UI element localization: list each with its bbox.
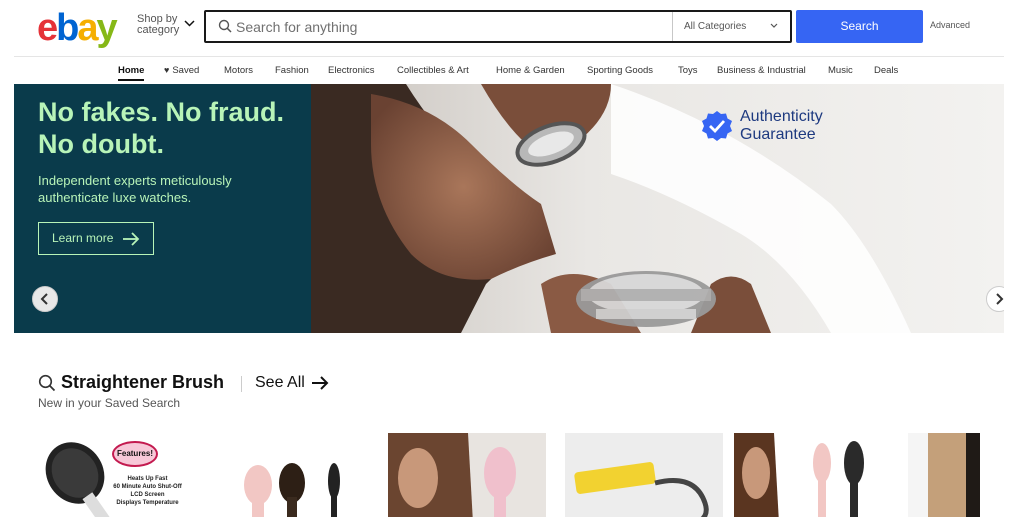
nav-item-fashion[interactable]: Fashion — [275, 65, 309, 76]
category-select[interactable]: All Categories — [672, 12, 790, 41]
nav-item-home[interactable]: Home — [118, 65, 145, 81]
carousel-prev-button[interactable] — [32, 286, 58, 312]
nav-item-motors[interactable]: Motors — [224, 65, 253, 76]
chevron-down-icon — [770, 23, 778, 28]
product-card[interactable] — [734, 433, 892, 517]
hero-title: No fakes. No fraud. No doubt. — [38, 97, 285, 159]
product-card[interactable] — [565, 433, 723, 517]
nav-item-home-garden[interactable]: Home & Garden — [496, 65, 565, 76]
see-all-link[interactable]: See All — [255, 374, 305, 392]
shop-by-category-button[interactable]: Shop by category — [137, 14, 199, 40]
watch-inspection-photo — [311, 84, 1004, 333]
header: ebay Shop by category All Categories Sea… — [0, 0, 1024, 56]
hero-image: Authenticity Guarantee — [311, 84, 1004, 333]
search-button[interactable]: Search — [796, 10, 923, 43]
chevron-right-icon — [996, 293, 1004, 305]
product-image — [565, 433, 723, 517]
hero-carousel: No fakes. No fraud. No doubt. Independen… — [14, 84, 1004, 333]
product-image — [908, 433, 980, 517]
ebay-logo[interactable]: ebay — [37, 7, 118, 49]
product-card[interactable] — [908, 433, 980, 517]
learn-more-button[interactable]: Learn more — [38, 222, 154, 255]
product-carousel: Features! Heats Up Fast 60 Minute Auto S… — [0, 433, 1024, 517]
category-nav: Home ♥ Saved Motors Fashion Electronics C… — [0, 60, 1024, 82]
search-icon — [218, 19, 232, 33]
nav-item-toys[interactable]: Toys — [678, 65, 698, 76]
learn-more-label: Learn more — [52, 231, 114, 245]
nav-item-business-industrial[interactable]: Business & Industrial — [717, 65, 806, 76]
search-bar: All Categories — [204, 10, 792, 43]
product-image — [214, 433, 372, 517]
nav-item-sporting-goods[interactable]: Sporting Goods — [587, 65, 653, 76]
saved-search-title[interactable]: Straightener Brush — [61, 372, 224, 393]
checkmark-badge-icon — [702, 111, 732, 141]
product-card[interactable]: Features! Heats Up Fast 60 Minute Auto S… — [40, 433, 198, 517]
nav-item-deals[interactable]: Deals — [874, 65, 898, 76]
advanced-search-link[interactable]: Advanced — [930, 20, 970, 30]
header-divider — [14, 56, 1004, 57]
product-image — [734, 433, 892, 517]
logo-letter-b: b — [56, 7, 79, 49]
nav-item-electronics[interactable]: Electronics — [328, 65, 374, 76]
nav-item-saved[interactable]: ♥ Saved — [164, 65, 199, 76]
nav-item-music[interactable]: Music — [828, 65, 853, 76]
watch — [576, 271, 716, 327]
features-list: Heats Up Fast 60 Minute Auto Shut-Off LC… — [113, 476, 182, 506]
logo-letter-e: e — [37, 7, 58, 49]
arrow-right-icon[interactable] — [311, 375, 329, 391]
heart-icon: ♥ — [164, 65, 170, 75]
search-input[interactable] — [236, 16, 666, 38]
logo-letter-a: a — [77, 7, 98, 49]
section-divider — [241, 376, 242, 392]
saved-search-subtitle: New in your Saved Search — [38, 396, 181, 410]
arrow-right-icon — [123, 232, 140, 246]
features-burst: Features! — [112, 441, 158, 467]
hero-subtitle: Independent experts meticulously authent… — [38, 173, 232, 205]
chevron-left-icon — [40, 293, 48, 305]
nav-item-saved-label: Saved — [172, 65, 200, 76]
category-select-value: All Categories — [684, 21, 747, 32]
product-card[interactable] — [214, 433, 372, 517]
shop-by-category-label: Shop by category — [137, 13, 180, 36]
hero-text-panel: No fakes. No fraud. No doubt. Independen… — [14, 84, 311, 333]
chevron-down-icon — [184, 20, 195, 27]
authenticity-guarantee-label: Authenticity Guarantee — [740, 108, 823, 143]
product-card[interactable] — [388, 433, 546, 517]
logo-letter-y: y — [96, 7, 118, 49]
product-image — [388, 433, 546, 517]
nav-item-collectibles-art[interactable]: Collectibles & Art — [397, 65, 469, 76]
search-icon — [38, 374, 56, 392]
carousel-next-button[interactable] — [986, 286, 1004, 312]
